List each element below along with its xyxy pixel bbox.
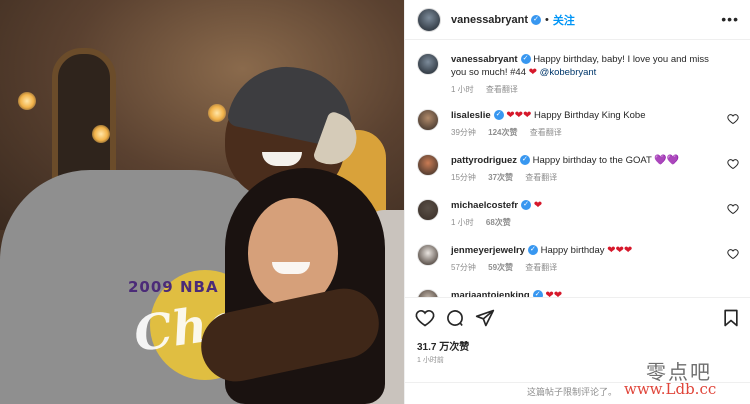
caption-time[interactable]: 1 小时 bbox=[451, 85, 474, 94]
header-separator: • bbox=[545, 13, 549, 26]
more-options-icon[interactable]: ••• bbox=[721, 11, 739, 27]
comment-likes[interactable]: 124次赞 bbox=[488, 128, 517, 137]
translate-link[interactable]: 查看翻译 bbox=[530, 128, 562, 137]
author-username[interactable]: vanessabryant bbox=[451, 14, 528, 26]
comments-list[interactable]: vanessabryant ✓ Happy birthday, baby! I l… bbox=[405, 41, 750, 297]
like-comment-heart-icon[interactable] bbox=[727, 203, 739, 215]
photo-shirt-text: 2009 NBA bbox=[128, 278, 219, 296]
verified-badge-icon: ✓ bbox=[520, 54, 531, 65]
comment-time[interactable]: 15分钟 bbox=[451, 173, 476, 182]
comment-meta: 1 小时 68次赞 bbox=[451, 216, 721, 229]
comment-meta: 39分钟 124次赞 查看翻译 bbox=[451, 126, 721, 139]
heart-emoji: ❤❤❤ bbox=[607, 245, 633, 256]
comment-body: mariaantoienking ✓ ❤❤ bbox=[451, 289, 721, 297]
caption-avatar[interactable] bbox=[417, 53, 439, 75]
like-comment-heart-icon[interactable] bbox=[727, 113, 739, 125]
comment-text: Happy Birthday King Kobe bbox=[534, 110, 646, 121]
comment-likes[interactable]: 68次赞 bbox=[486, 218, 511, 227]
comment-likes[interactable]: 59次赞 bbox=[488, 263, 513, 272]
like-count[interactable]: 31.7 万次赞 bbox=[417, 338, 469, 353]
verified-badge-icon: ✓ bbox=[521, 200, 532, 211]
photo-lamp bbox=[18, 92, 36, 110]
verified-badge-icon: ✓ bbox=[531, 14, 542, 25]
commenter-username[interactable]: michaelcostefr bbox=[451, 200, 518, 211]
commenter-username[interactable]: jenmeyerjewelry bbox=[451, 245, 525, 256]
translate-link[interactable]: 查看翻译 bbox=[486, 85, 518, 94]
commenter-username[interactable]: pattyrodriguez bbox=[451, 155, 517, 166]
heart-emoji: ❤❤❤ bbox=[506, 110, 532, 121]
post-header: vanessabryant ✓ • 关注 ••• bbox=[405, 0, 750, 40]
commenter-username[interactable]: mariaantoienking bbox=[451, 290, 530, 297]
commenter-avatar[interactable] bbox=[417, 244, 439, 266]
post-photo[interactable]: 2009 NBA Cha bbox=[0, 0, 404, 404]
post-side-panel: vanessabryant ✓ • 关注 ••• vanessabryant ✓ … bbox=[404, 0, 750, 404]
purple-heart-emoji: 💜💜 bbox=[654, 155, 680, 166]
comment-body: lisaleslie ✓ ❤❤❤ Happy Birthday King Kobe… bbox=[451, 109, 721, 139]
comment-meta: 57分钟 59次赞 查看翻译 bbox=[451, 261, 721, 274]
comment-body: michaelcostefr ✓ ❤ 1 小时 68次赞 bbox=[451, 199, 721, 229]
like-comment-heart-icon[interactable] bbox=[727, 248, 739, 260]
commenter-username[interactable]: lisaleslie bbox=[451, 110, 491, 121]
comment-text: Happy birthday to the GOAT bbox=[532, 155, 652, 166]
action-icons bbox=[415, 308, 741, 330]
comment-body: jenmeyerjewelry ✓ Happy birthday ❤❤❤ 57分钟… bbox=[451, 244, 721, 274]
comment-bubble-icon[interactable] bbox=[445, 308, 465, 328]
commenter-avatar[interactable] bbox=[417, 289, 439, 297]
verified-badge-icon: ✓ bbox=[527, 245, 538, 256]
comment-text: Happy birthday bbox=[540, 245, 605, 256]
comment-meta: 15分钟 37次赞 查看翻译 bbox=[451, 171, 721, 184]
comment-body: pattyrodriguez ✓ Happy birthday to the GO… bbox=[451, 154, 721, 184]
photo-lamp bbox=[92, 125, 110, 143]
verified-badge-icon: ✓ bbox=[493, 110, 504, 121]
comment-time[interactable]: 1 小时 bbox=[451, 218, 474, 227]
share-paper-plane-icon[interactable] bbox=[475, 308, 495, 328]
post-time[interactable]: 1 小时前 bbox=[417, 355, 444, 365]
like-heart-icon[interactable] bbox=[415, 308, 435, 328]
like-comment-heart-icon[interactable] bbox=[727, 158, 739, 170]
heart-emoji: ❤ bbox=[528, 67, 538, 78]
caption-body: vanessabryant ✓ Happy birthday, baby! I l… bbox=[451, 53, 721, 96]
caption-username[interactable]: vanessabryant bbox=[451, 54, 518, 65]
translate-link[interactable]: 查看翻译 bbox=[525, 173, 557, 182]
photo-lamp bbox=[208, 104, 226, 122]
commenter-avatar[interactable] bbox=[417, 154, 439, 176]
verified-badge-icon: ✓ bbox=[519, 155, 530, 166]
watermark-url: www.Ldb.cc bbox=[624, 380, 717, 398]
comment-time[interactable]: 39分钟 bbox=[451, 128, 476, 137]
photo-woman-smile bbox=[272, 262, 310, 274]
caption-meta: 1 小时 查看翻译 bbox=[451, 83, 721, 96]
commenter-avatar[interactable] bbox=[417, 199, 439, 221]
caption-mention[interactable]: @kobebryant bbox=[540, 67, 597, 78]
translate-link[interactable]: 查看翻译 bbox=[525, 263, 557, 272]
author-avatar[interactable] bbox=[417, 7, 441, 32]
save-bookmark-icon[interactable] bbox=[721, 308, 741, 328]
heart-emoji: ❤ bbox=[533, 200, 543, 211]
commenter-avatar[interactable] bbox=[417, 109, 439, 131]
comment-time[interactable]: 57分钟 bbox=[451, 263, 476, 272]
comment-likes[interactable]: 37次赞 bbox=[488, 173, 513, 182]
follow-button[interactable]: 关注 bbox=[553, 12, 575, 28]
heart-emoji: ❤❤ bbox=[545, 290, 563, 297]
